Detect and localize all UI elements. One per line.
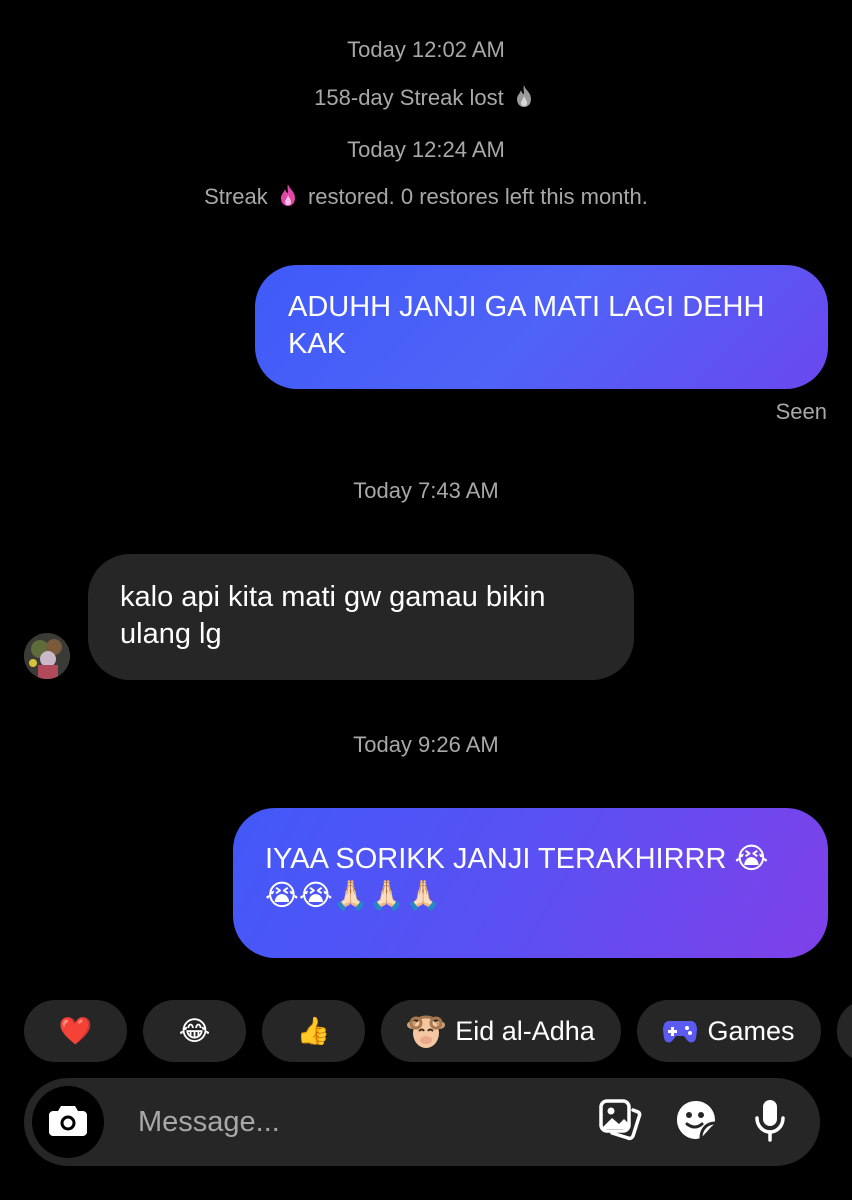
gallery-icon: [598, 1098, 642, 1147]
thumbs-up-icon: 👍: [296, 1016, 331, 1046]
streak-lost-text: 158-day Streak lost: [314, 85, 504, 110]
outgoing-message[interactable]: IYAA SORIKK JANJI TERAKHIRRR 😭 😭😭🙏🏻🙏🏻🙏🏻: [233, 808, 828, 958]
microphone-icon: [753, 1098, 787, 1147]
gallery-button[interactable]: [598, 1098, 642, 1147]
message-line: ulang lg: [120, 618, 222, 650]
quick-reply-more[interactable]: [837, 1000, 852, 1062]
streak-restored-notice: Streak restored. 0 restores left this mo…: [0, 183, 852, 214]
timestamp-1202: Today 12:02 AM: [347, 37, 505, 62]
outgoing-message[interactable]: ADUHH JANJI GA MATI LAGI DEHH KAK: [255, 265, 828, 389]
quick-reply-heart[interactable]: ❤️: [24, 1000, 127, 1062]
quick-reply-laughing[interactable]: 😂: [143, 1000, 246, 1062]
message-line: KAK: [288, 328, 347, 360]
incoming-message[interactable]: kalo api kita mati gw gamau bikin ulang …: [88, 554, 634, 680]
voice-message-button[interactable]: [748, 1098, 792, 1147]
message-composer: [24, 1078, 820, 1166]
laughing-tears-icon: 😂: [178, 1015, 211, 1046]
camera-icon: [49, 1104, 87, 1141]
message-line: 😭😭🙏🏻🙏🏻🙏🏻: [265, 880, 442, 912]
message-line: ADUHH JANJI GA MATI LAGI DEHH: [288, 291, 765, 323]
grey-flame-icon: [514, 84, 534, 115]
sheep-icon: [407, 1013, 446, 1049]
contact-avatar[interactable]: [24, 633, 70, 679]
quick-reply-eid-al-adha[interactable]: Eid al-Adha: [381, 1000, 621, 1062]
streak-restored-text-end: restored. 0 restores left this month.: [307, 184, 648, 209]
quick-reply-label: Eid al-Adha: [455, 1015, 595, 1046]
pink-flame-icon: [278, 183, 298, 214]
timestamp-1224: Today 12:24 AM: [347, 137, 505, 162]
message-input[interactable]: [138, 1098, 578, 1146]
streak-lost-notice: 158-day Streak lost: [0, 84, 852, 115]
quick-reply-games[interactable]: Games: [637, 1000, 821, 1062]
quick-reply-label: Games: [707, 1015, 795, 1046]
message-line: kalo api kita mati gw gamau bikin: [120, 581, 546, 613]
sticker-button[interactable]: [674, 1100, 718, 1144]
message-line: IYAA SORIKK JANJI TERAKHIRRR 😭: [265, 843, 769, 875]
quick-reply-bar: ❤️ 😂 👍 Eid al-Adha Games: [0, 1000, 852, 1064]
camera-button[interactable]: [32, 1086, 104, 1158]
timestamp-0926: Today 9:26 AM: [353, 732, 499, 757]
heart-icon: ❤️: [58, 1016, 93, 1046]
timestamp-0743: Today 7:43 AM: [353, 478, 499, 503]
quick-reply-thumbs-up[interactable]: 👍: [262, 1000, 365, 1062]
streak-restored-text-start: Streak: [204, 184, 268, 209]
seen-receipt: Seen: [775, 399, 827, 424]
gamepad-icon: [663, 1018, 698, 1044]
sticker-icon: [675, 1099, 717, 1146]
